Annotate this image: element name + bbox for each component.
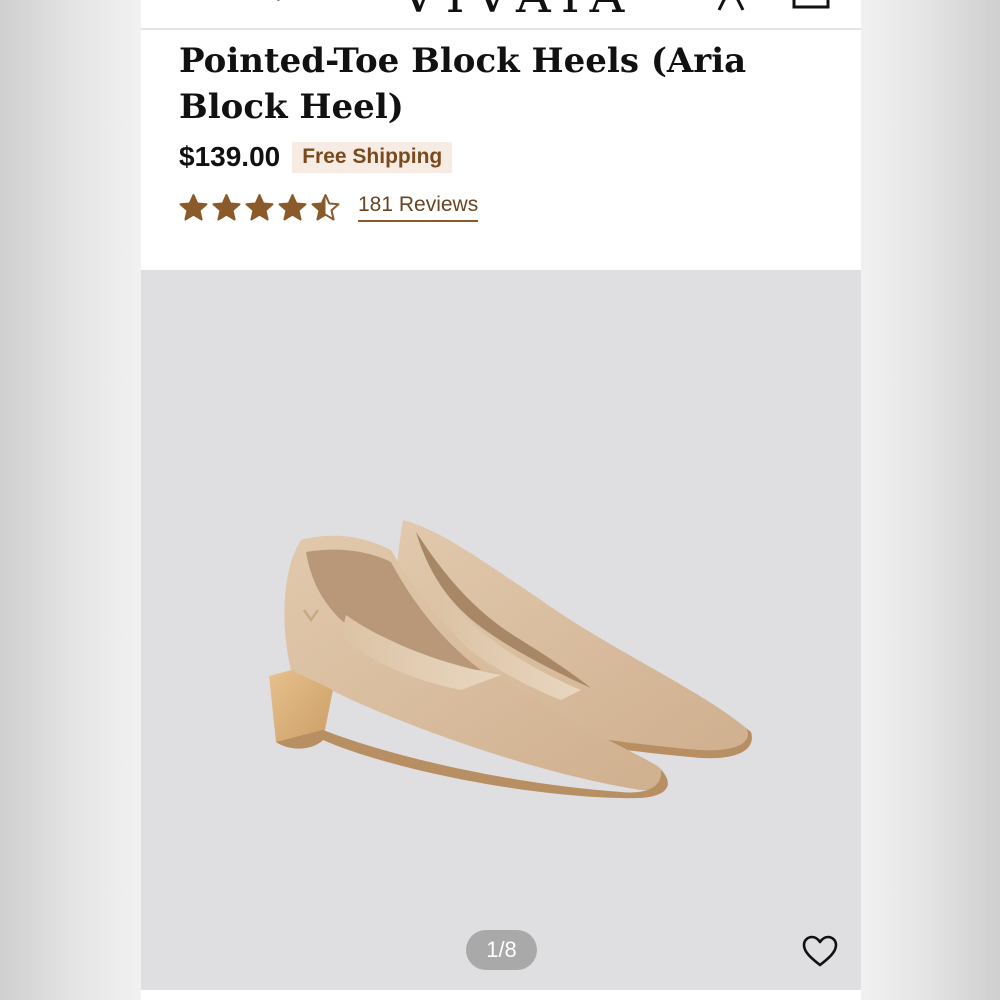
site-logo[interactable]: VIVAIA <box>401 0 634 20</box>
app-screen: VIVAIA Pointed-Toe Block Heels (Aria Blo… <box>141 0 861 1000</box>
heart-icon[interactable] <box>801 934 839 968</box>
star-half-icon <box>311 193 340 220</box>
product-image <box>269 520 752 799</box>
star-full-icon <box>245 193 274 220</box>
star-rating <box>179 193 340 222</box>
star-full-icon <box>212 193 241 220</box>
free-shipping-badge: Free Shipping <box>292 141 453 173</box>
star-full-icon <box>278 193 307 220</box>
product-image-gallery[interactable]: 1/8 <box>141 270 861 990</box>
product-price: $139.00 <box>179 141 281 172</box>
search-icon[interactable] <box>251 0 291 22</box>
rating-row: 181 Reviews <box>179 190 479 224</box>
cart-icon[interactable] <box>791 0 831 12</box>
product-title: Pointed-Toe Block Heels (Aria Block Heel… <box>179 41 747 127</box>
site-header: VIVAIA <box>141 0 861 30</box>
price-row: $139.00 Free Shipping <box>179 140 453 174</box>
user-icon[interactable] <box>716 0 746 12</box>
star-full-icon <box>179 193 208 220</box>
reviews-link[interactable]: 181 Reviews <box>358 193 479 222</box>
image-counter: 1/8 <box>466 930 537 970</box>
